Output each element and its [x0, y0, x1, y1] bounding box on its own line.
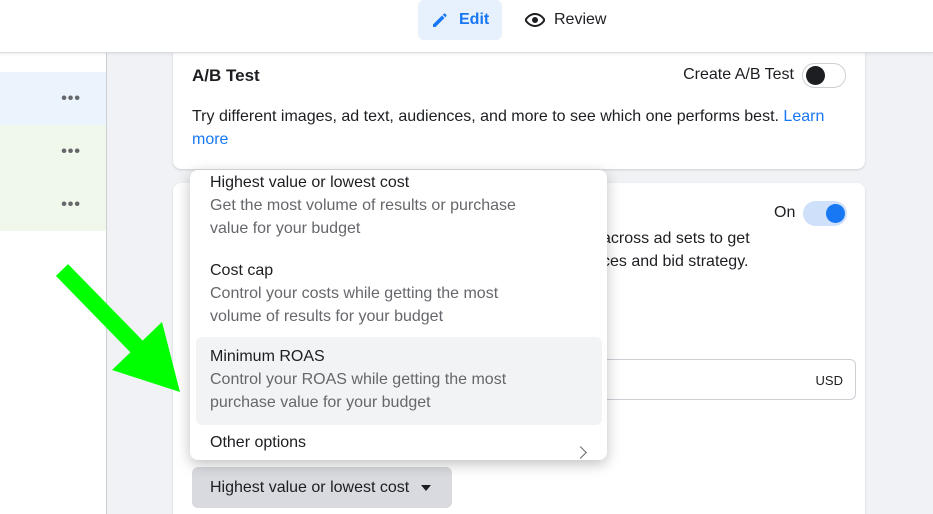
toggle-knob [806, 66, 825, 85]
bid-strategy-value: Highest value or lowest cost [210, 478, 410, 496]
caret-down-icon [421, 484, 432, 491]
cbo-toggle-label: On [774, 204, 796, 221]
cbo-description: across ad sets to get ces and bid strate… [602, 227, 750, 273]
create-ab-test-label: Create A/B Test [683, 66, 794, 83]
cbo-toggle[interactable] [803, 201, 847, 226]
cbo-description-line: across ad sets to get [602, 230, 750, 247]
tab-edit-label: Edit [459, 11, 490, 28]
ab-test-card: A/B Test Create A/B Test Try different i… [173, 45, 865, 169]
left-list-item[interactable]: ••• [0, 178, 106, 231]
tab-review-label: Review [554, 11, 607, 28]
pencil-icon [430, 10, 450, 30]
tab-edit[interactable]: Edit [418, 0, 502, 40]
more-options-icon[interactable]: ••• [61, 90, 81, 108]
left-panel: ••• ••• ••• [0, 53, 107, 514]
dropdown-option-cost-cap[interactable]: Cost cap Control your costs while gettin… [196, 259, 602, 341]
ab-test-title: A/B Test [192, 66, 260, 85]
option-description: Control your costs while getting the mos… [210, 285, 499, 325]
top-bar: Edit Review [0, 0, 933, 53]
option-title: Highest value or lowest cost [210, 174, 410, 191]
currency-label: USD [815, 373, 843, 388]
left-list-item[interactable]: ••• [0, 72, 106, 125]
more-options-icon[interactable]: ••• [61, 196, 81, 214]
option-title: Minimum ROAS [210, 348, 325, 365]
toggle-knob [826, 204, 845, 223]
tab-review[interactable]: Review [522, 0, 622, 40]
option-description: Control your ROAS while getting the most… [210, 371, 507, 411]
bid-strategy-dropdown: Highest value or lowest cost Get the mos… [190, 170, 607, 460]
dropdown-option-highest-value[interactable]: Highest value or lowest cost Get the mos… [196, 172, 602, 254]
ab-test-description: Try different images, ad text, audiences… [192, 105, 842, 151]
eye-icon [525, 10, 545, 30]
ab-test-description-text: Try different images, ad text, audiences… [192, 108, 779, 125]
dropdown-option-minimum-roas[interactable]: Minimum ROAS Control your ROAS while get… [196, 337, 602, 425]
cbo-description-line: ces and bid strategy. [602, 253, 749, 270]
dropdown-option-other[interactable]: Other options [196, 432, 602, 460]
budget-amount-input[interactable]: USD [573, 359, 856, 400]
create-ab-test-toggle[interactable] [802, 63, 846, 88]
option-title: Cost cap [210, 262, 274, 279]
option-description: Get the most volume of results or purcha… [210, 197, 516, 237]
option-title: Other options [210, 434, 307, 451]
left-list-item[interactable]: ••• [0, 125, 106, 178]
bid-strategy-select[interactable]: Highest value or lowest cost [192, 467, 452, 508]
more-options-icon[interactable]: ••• [61, 143, 81, 161]
